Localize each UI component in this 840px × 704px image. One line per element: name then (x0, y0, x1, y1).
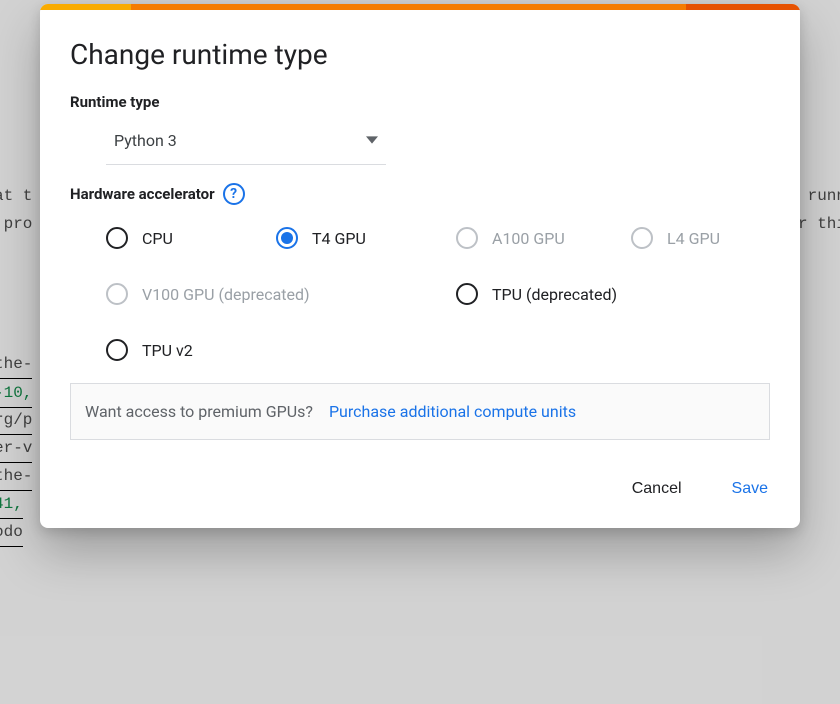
accelerator-label: Hardware accelerator ? (70, 183, 770, 205)
radio-icon (106, 339, 128, 361)
radio-icon (456, 283, 478, 305)
cancel-button[interactable]: Cancel (628, 474, 686, 504)
radio-t4-gpu[interactable]: T4 GPU (276, 227, 456, 249)
radio-cpu[interactable]: CPU (106, 227, 276, 249)
radio-a100-gpu[interactable]: A100 GPU (456, 227, 631, 249)
runtime-type-label: Runtime type (70, 93, 770, 111)
radio-tpu-v2[interactable]: TPU v2 (106, 339, 276, 361)
radio-label: CPU (142, 229, 173, 248)
radio-icon (276, 227, 298, 249)
radio-label: TPU v2 (142, 341, 193, 360)
runtime-type-select[interactable]: Python 3 (106, 117, 386, 165)
purchase-units-link[interactable]: Purchase additional compute units (329, 402, 576, 421)
radio-v100-gpu[interactable]: V100 GPU (deprecated) (106, 283, 456, 305)
accelerator-label-text: Hardware accelerator (70, 185, 215, 203)
radio-icon (106, 283, 128, 305)
radio-label: TPU (deprecated) (492, 285, 617, 304)
premium-gpu-banner: Want access to premium GPUs? Purchase ad… (70, 383, 770, 440)
runtime-dialog: Change runtime type Runtime type Python … (40, 4, 800, 528)
runtime-type-value: Python 3 (114, 131, 177, 150)
accelerator-options: CPU T4 GPU A100 GPU L4 GPU V100 GPU (dep… (106, 227, 770, 361)
dropdown-arrow-icon (366, 131, 378, 150)
radio-label: L4 GPU (667, 229, 720, 248)
save-button[interactable]: Save (728, 474, 772, 504)
radio-icon (456, 227, 478, 249)
help-icon[interactable]: ? (223, 183, 245, 205)
dialog-title: Change runtime type (70, 38, 770, 71)
radio-icon (106, 227, 128, 249)
radio-icon (631, 227, 653, 249)
premium-gpu-text: Want access to premium GPUs? (85, 402, 313, 421)
radio-label: T4 GPU (312, 229, 366, 248)
dialog-actions: Cancel Save (40, 456, 800, 528)
radio-label: A100 GPU (492, 229, 565, 248)
radio-tpu[interactable]: TPU (deprecated) (456, 283, 796, 305)
radio-label: V100 GPU (deprecated) (142, 285, 310, 304)
radio-l4-gpu[interactable]: L4 GPU (631, 227, 796, 249)
runtime-type-label-text: Runtime type (70, 93, 159, 111)
